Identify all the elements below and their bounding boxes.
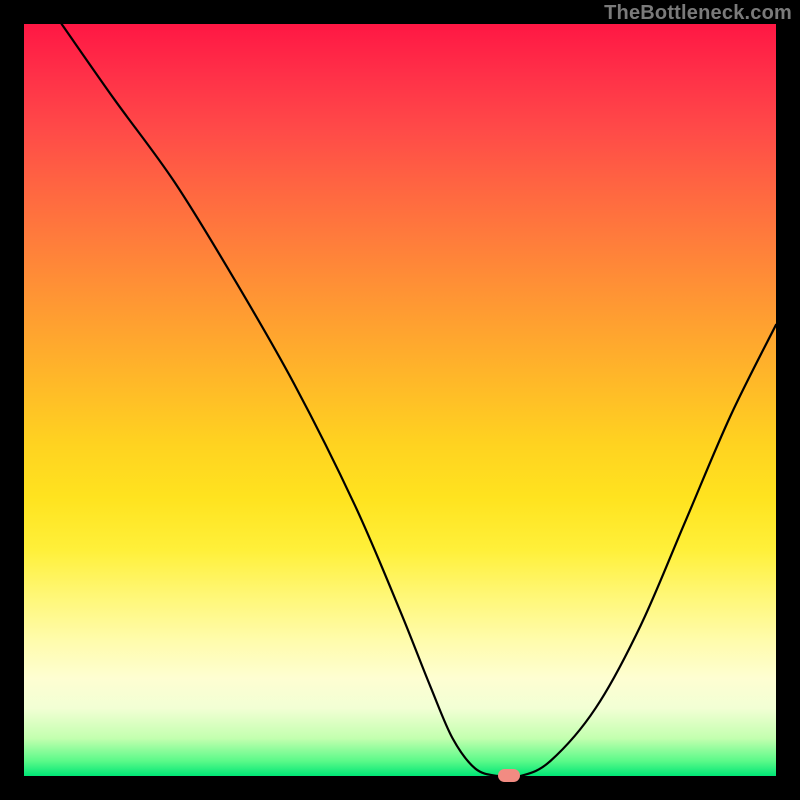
curve-path (62, 24, 776, 776)
optimal-marker (498, 769, 520, 782)
chart-frame: TheBottleneck.com (0, 0, 800, 800)
plot-area (24, 24, 776, 776)
watermark-text: TheBottleneck.com (604, 2, 792, 25)
bottleneck-curve (24, 24, 776, 776)
